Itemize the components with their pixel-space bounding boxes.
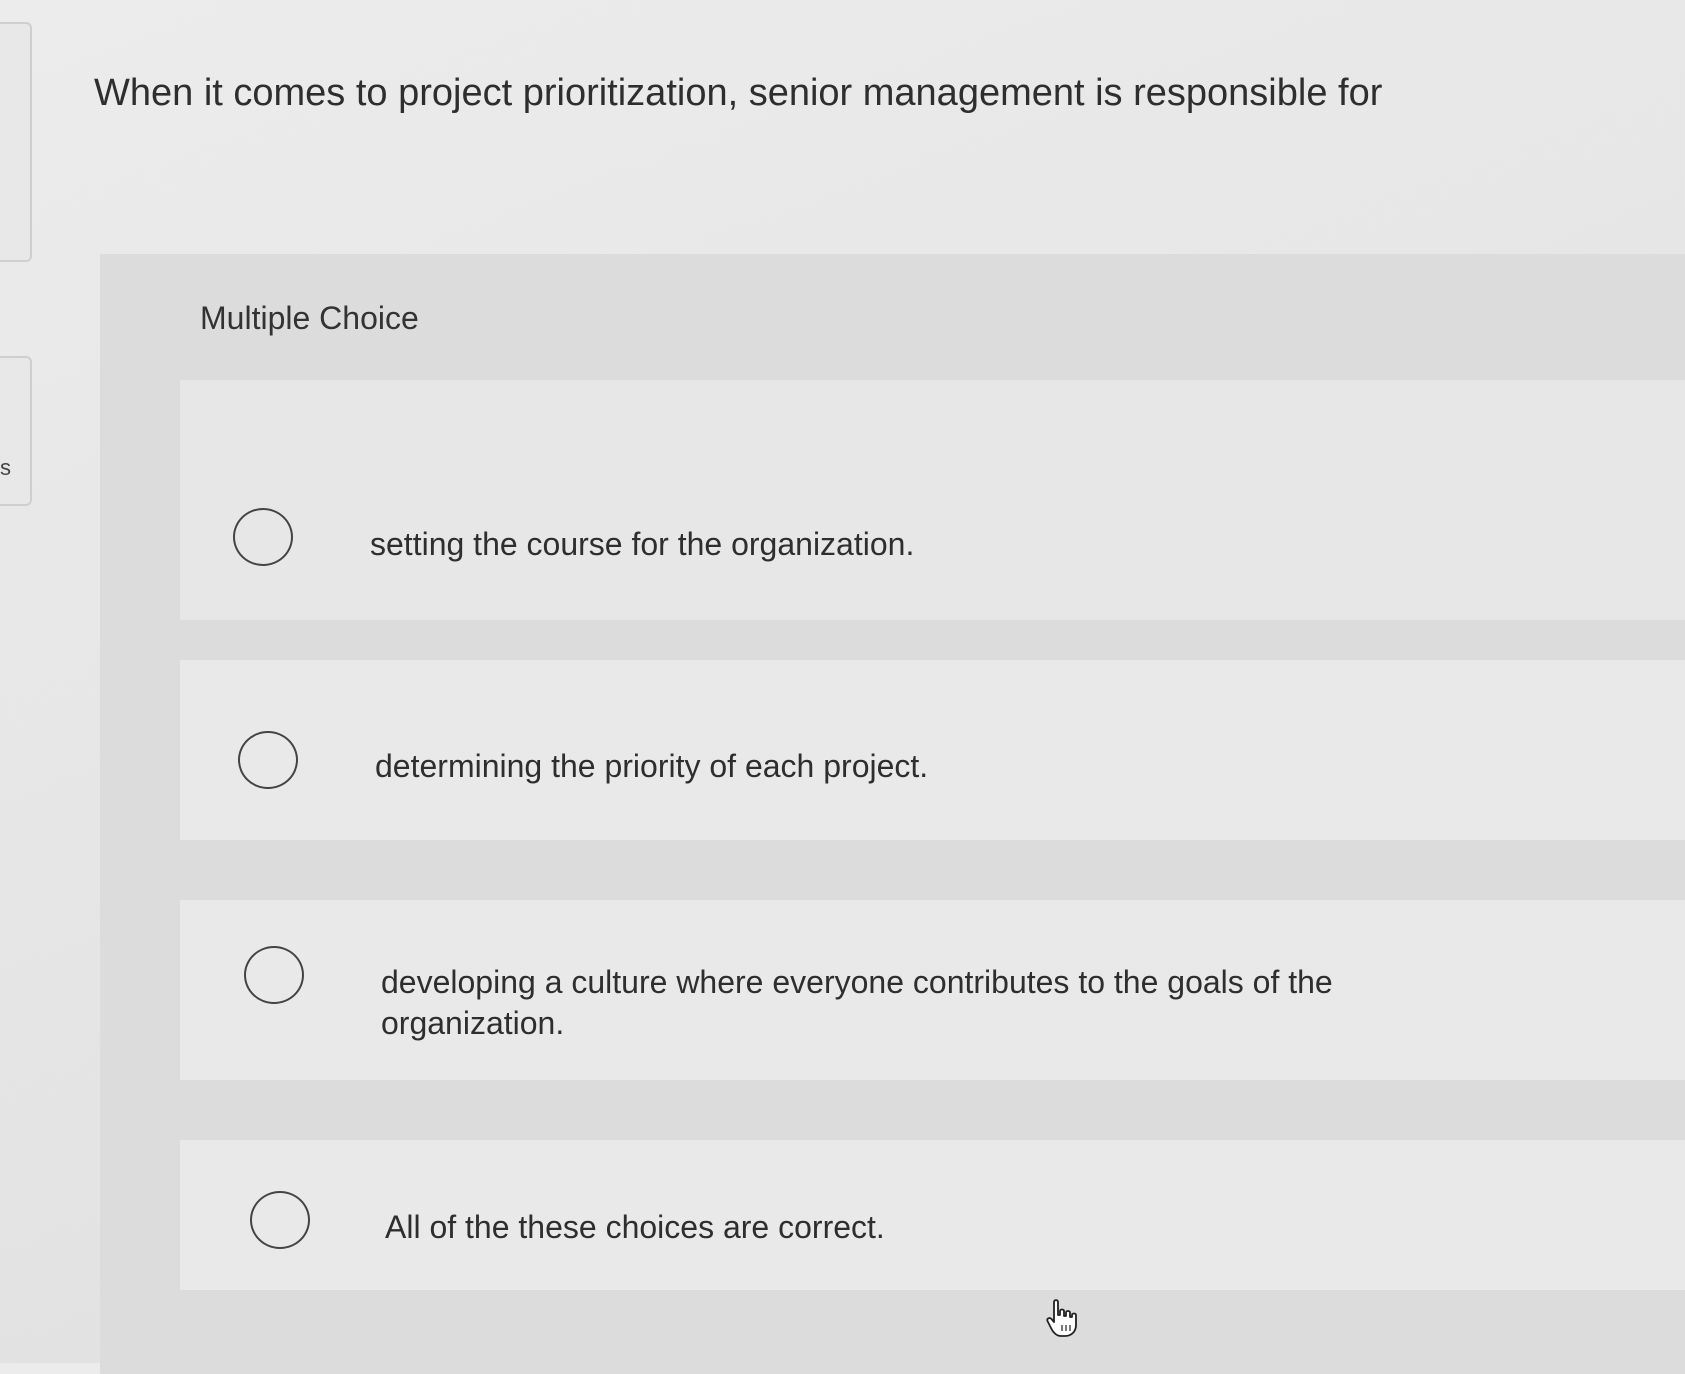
side-panel-tab-lower[interactable] — [0, 356, 32, 506]
choice-radio-3[interactable] — [244, 946, 304, 1004]
question-text: When it comes to project prioritization,… — [94, 72, 1383, 114]
choice-label-3[interactable]: developing a culture where everyone cont… — [381, 962, 1391, 1044]
side-panel-tab[interactable] — [0, 22, 32, 262]
choice-row[interactable] — [180, 380, 1685, 620]
multiple-choice-label: Multiple Choice — [200, 300, 419, 336]
choice-label-2[interactable]: determining the priority of each project… — [375, 746, 928, 787]
choice-radio-2[interactable] — [238, 731, 298, 789]
choice-label-4[interactable]: All of the these choices are correct. — [385, 1207, 885, 1248]
choice-radio-1[interactable] — [233, 508, 293, 566]
choice-radio-4[interactable] — [250, 1191, 310, 1249]
choice-label-1[interactable]: setting the course for the organization. — [370, 524, 914, 565]
hand-pointer-icon — [1046, 1299, 1077, 1337]
side-panel-letter: s — [0, 455, 11, 480]
